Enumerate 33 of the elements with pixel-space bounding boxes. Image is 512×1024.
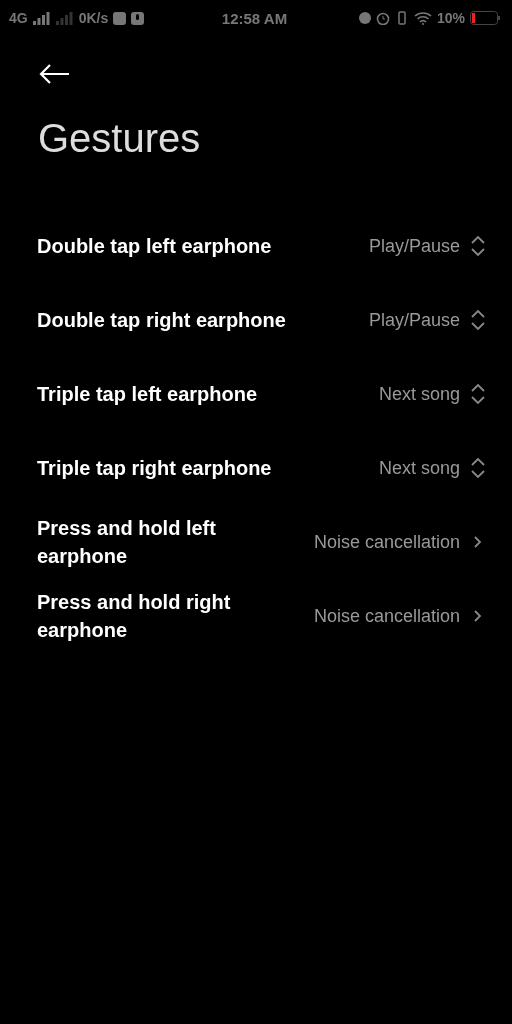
- setting-label: Press and hold left earphone: [37, 516, 217, 569]
- alarm-icon: [375, 11, 390, 25]
- page-title: Gestures: [38, 116, 202, 161]
- signal-icon: [32, 11, 51, 25]
- battery-icon: [470, 11, 500, 25]
- setting-row[interactable]: Triple tap right earphone Next song: [0, 431, 512, 505]
- network-type: 4G: [9, 10, 28, 26]
- clock: 12:58 AM: [221, 9, 288, 27]
- signal-icon: [55, 11, 74, 25]
- setting-label: Double tap left earphone: [37, 234, 272, 259]
- setting-value: Noise cancellation: [313, 605, 460, 627]
- up-down-chevron-icon: [470, 456, 486, 480]
- setting-value: Noise cancellation: [313, 531, 460, 553]
- wifi-icon: [413, 11, 432, 25]
- setting-row[interactable]: Press and hold right earphone Noise cancellation: [0, 579, 512, 653]
- up-down-chevron-icon: [470, 234, 486, 258]
- setting-value: Next song: [378, 457, 460, 479]
- up-down-chevron-icon: [470, 308, 486, 332]
- setting-value: Next song: [378, 383, 460, 405]
- up-down-chevron-icon: [470, 382, 486, 406]
- setting-label: Double tap right earphone: [37, 308, 286, 333]
- back-arrow-icon: [38, 64, 70, 84]
- setting-value: Play/Pause: [368, 309, 460, 331]
- setting-label: Triple tap left earphone: [37, 382, 258, 407]
- setting-label: Press and hold right earphone: [37, 590, 232, 643]
- setting-row[interactable]: Double tap left earphone Play/Pause: [0, 209, 512, 283]
- setting-value: Play/Pause: [368, 235, 460, 257]
- setting-row[interactable]: Press and hold left earphone Noise cancellation: [0, 505, 512, 579]
- network-speed: 0K/s: [78, 10, 109, 26]
- battery-percent: 10%: [436, 10, 465, 26]
- setting-row[interactable]: Triple tap left earphone Next song: [0, 357, 512, 431]
- setting-row[interactable]: Double tap right earphone Play/Pause: [0, 283, 512, 357]
- setting-label: Triple tap right earphone: [37, 456, 272, 481]
